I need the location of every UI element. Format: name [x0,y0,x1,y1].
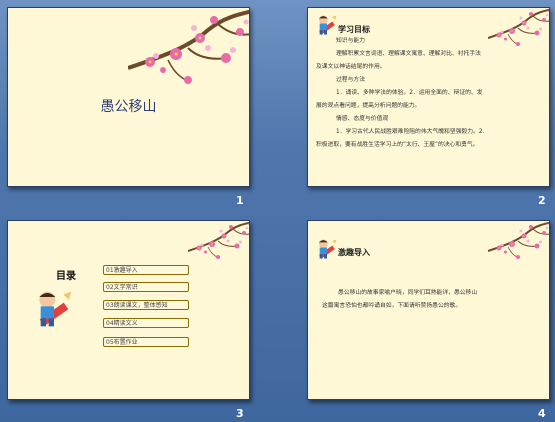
plum-blossom-branch-icon [488,8,549,47]
plum-blossom-branch-icon [488,221,549,260]
toc-item[interactable]: 04精读文义 [103,318,189,328]
slide-number: 2 [538,194,546,207]
slide-thumbnail-4[interactable]: 激趣导入 愚公移山的故事家喻户晓，同学们耳熟能详，愚公移山 这篇寓言恐怕也都吟诵… [307,220,550,400]
boy-with-pencil-icon [39,291,72,327]
body-line: 过程与方法 [336,77,365,83]
boy-with-pencil-icon [318,15,337,35]
body-line: 1．学习古代人民战胜艰难险阻的伟大气魄和坚强毅力。2. [336,129,485,135]
body-line: 展的观点看问题，提高分析问题的能力。 [316,103,421,109]
body-line: 及课文以神话结尾的作用。 [316,64,386,70]
toc-item[interactable]: 02文学常识 [103,282,189,292]
body-line: 这篇寓言恐怕也都吟诵自如，下面请听赞扬愚公的歌。 [322,303,462,309]
body-line: 积极进取，要有战胜生活学习上的“太行、王屋”的决心和勇气。 [316,142,479,148]
slide-heading: 激趣导入 [338,248,370,257]
toc-item[interactable]: 05布置作业 [103,337,189,347]
body-line: 1．诵读、多种学法的体验。2．运用全面的、辩证的、发 [336,90,483,96]
slide-number: 4 [538,407,546,420]
body-line: 愚公移山的故事家喻户晓，同学们耳熟能详，愚公移山 [338,290,478,296]
toc-item[interactable]: 01激趣导入 [103,265,189,275]
boy-with-pencil-icon [318,239,337,259]
slide-thumbnail-1[interactable]: 愚公移山 [7,7,250,187]
slide-thumbnail-2[interactable]: 学习目标 知识与能力 理解积累文言词语、理解课文寓意、理解对比、衬托手法 及课文… [307,7,550,187]
toc-title: 目录 [56,271,76,282]
slide-thumbnail-3[interactable]: 目录 01激趣导入 02文学常识 03朗读课文，整体感知 04精读文义 05布置… [7,220,250,400]
body-line: 理解积累文言词语、理解课文寓意、理解对比、衬托手法 [336,51,481,57]
body-line: 知识与能力 [336,38,365,44]
slide-number: 3 [236,407,244,420]
plum-blossom-branch-icon [188,221,249,260]
plum-blossom-branch-icon [128,8,249,86]
slide-heading: 学习目标 [338,25,370,34]
slide-title: 愚公移山 [100,99,157,115]
toc-item[interactable]: 03朗读课文，整体感知 [103,300,189,310]
slide-number: 1 [236,194,244,207]
body-line: 情感、态度与价值观 [336,116,389,122]
